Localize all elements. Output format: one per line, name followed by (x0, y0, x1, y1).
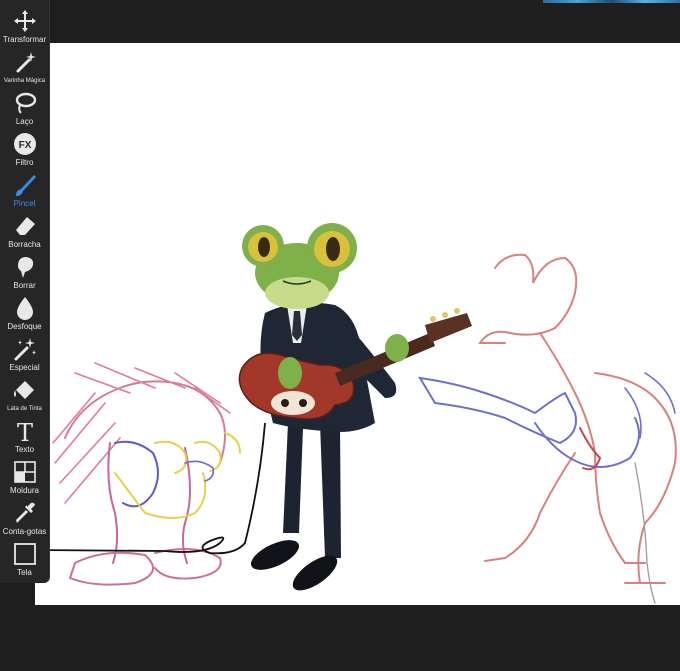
tool-label: Laço (15, 117, 34, 126)
move-icon (12, 8, 38, 34)
tool-label: Moldura (10, 486, 39, 495)
tool-canvas[interactable]: Tela (0, 537, 49, 578)
tool-fx[interactable]: FX Filtro (0, 127, 49, 168)
tool-smudge[interactable]: Borrar (0, 250, 49, 291)
tool-label: Lata de Tinta (7, 406, 42, 412)
artwork (35, 223, 677, 604)
tool-label: Especial (9, 363, 40, 372)
tool-paint-bucket[interactable]: Lata de Tinta (0, 373, 49, 414)
tool-lasso[interactable]: Laço (0, 86, 49, 127)
tool-label: Borracha (8, 240, 41, 249)
magic-wand-icon (12, 49, 38, 75)
tool-label: Borrar (13, 281, 36, 290)
tool-label: Texto (14, 445, 35, 454)
sketch-mouse (418, 253, 677, 604)
tool-label: Desfoque (7, 322, 42, 331)
tool-label: Conta-gotas (2, 527, 47, 536)
tool-special-sparkle[interactable]: Especial (0, 332, 49, 373)
text-icon: T (12, 418, 38, 447)
tool-label: Tela (17, 568, 32, 577)
tool-label: Varinha Mágica (3, 78, 46, 84)
tool-palette: Transformar Varinha Mágica Laço FX Filtro Pin… (0, 0, 49, 583)
top-bar-thumbnail[interactable] (543, 0, 680, 3)
tool-magic-wand[interactable]: Varinha Mágica (0, 45, 49, 86)
tool-eyedropper[interactable]: Conta-gotas (0, 496, 49, 537)
svg-text:T: T (16, 419, 32, 444)
tool-label: Pincel (13, 199, 36, 208)
lasso-icon (12, 90, 38, 116)
smudge-icon (12, 254, 38, 280)
eyedropper-icon (12, 500, 38, 526)
tool-label: Transformar (2, 35, 47, 44)
tool-brush[interactable]: Pincel (0, 168, 49, 209)
blur-drop-icon (12, 295, 38, 321)
tool-eraser[interactable]: Borracha (0, 209, 49, 250)
tool-label: Filtro (15, 158, 34, 167)
tool-text[interactable]: T Texto (0, 414, 49, 455)
svg-text:FX: FX (18, 140, 31, 151)
frog-guitarist (238, 223, 472, 591)
drawing-canvas[interactable] (35, 43, 680, 605)
fx-icon: FX (12, 131, 38, 157)
frame-icon (12, 459, 38, 485)
tool-move[interactable]: Transformar (0, 4, 49, 45)
brush-icon (12, 172, 38, 198)
paint-bucket-icon (12, 377, 38, 403)
eraser-icon (12, 213, 38, 239)
special-sparkle-icon (12, 336, 38, 362)
canvas-icon (12, 541, 38, 567)
guitar-cable (35, 422, 266, 555)
tool-frame[interactable]: Moldura (0, 455, 49, 496)
tool-blur-drop[interactable]: Desfoque (0, 291, 49, 332)
